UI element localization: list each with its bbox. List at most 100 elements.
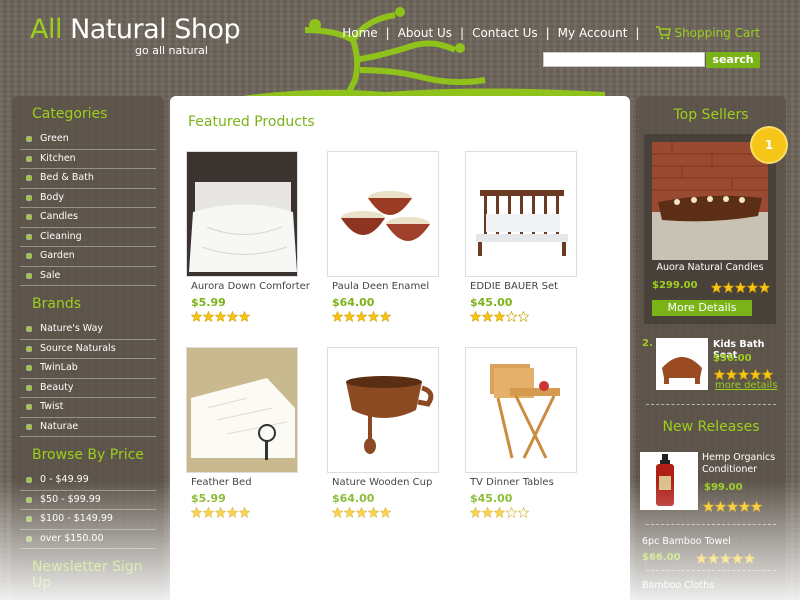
shopping-cart-link[interactable]: Shopping Cart [655,26,760,40]
category-item[interactable]: Candles [20,208,156,228]
product-image-eddie-bauer[interactable] [465,151,577,277]
search-button[interactable]: search [706,52,760,68]
star-icon [762,369,773,380]
brand-item[interactable]: TwinLab [20,359,156,379]
nav-separator: | [545,26,550,40]
star-icon [191,311,202,322]
top-navigation: Home | About Us | Contact Us | My Accoun… [342,26,760,40]
star-icon [344,507,355,518]
category-item[interactable]: Garden [20,247,156,267]
product-name[interactable]: EDDIE BAUER Set [465,281,585,292]
tagline: go all natural [135,44,208,57]
right-sidebar: Top Sellers 1 Auora Natural Candles $299… [636,96,786,600]
nav-separator: | [385,26,390,40]
new-release-name-line2[interactable]: Conditioner [702,464,757,475]
nav-about[interactable]: About Us [398,26,452,40]
kids-bath-seat-image[interactable] [656,338,708,390]
product-image-wooden-cup[interactable] [327,347,439,473]
star-icon [759,282,770,293]
product-card[interactable]: Aurora Down Comforter $5.99 [186,151,310,322]
category-item[interactable]: Cleaning [20,228,156,247]
brands-list: Nature's Way Source Naturals TwinLab Bea… [20,320,156,437]
brand-item[interactable]: Naturae [20,418,156,437]
product-price: $5.99 [191,492,226,505]
brands-heading: Brands [32,296,81,312]
product-name[interactable]: Aurora Down Comforter [186,281,310,292]
star-icon [506,311,517,322]
brand-item[interactable]: Twist [20,398,156,418]
star-icon [227,507,238,518]
product-card[interactable]: Nature Wooden Cup $64.00 [327,347,447,518]
brand-item[interactable]: Beauty [20,379,156,398]
rating-stars [698,501,763,512]
product-price: $45.00 [470,492,513,505]
product-card[interactable]: Feather Bed $5.99 [186,347,306,518]
star-icon [715,501,726,512]
price-range-item[interactable]: 0 - $49.99 [20,471,156,491]
star-icon [368,311,379,322]
nav-contact[interactable]: Contact Us [472,26,538,40]
price-range-item[interactable]: $100 - $149.99 [20,510,156,530]
divider [646,570,776,571]
product-card[interactable]: EDDIE BAUER Set $45.00 [465,151,585,322]
more-details-button[interactable]: More Details [652,300,752,316]
product-name[interactable]: Nature Wooden Cup [327,477,447,488]
rating-stars [691,553,756,564]
product-price: $45.00 [470,296,513,309]
category-item[interactable]: Bed & Bath [20,169,156,189]
star-icon [332,311,343,322]
new-release-name-line1[interactable]: Hemp Organics [702,452,775,463]
nav-separator: | [635,26,640,40]
star-icon [735,282,746,293]
category-item[interactable]: Green [20,130,156,150]
star-icon [482,311,493,322]
featured-products-panel: Featured Products Aurora Down Comforter … [170,96,630,600]
category-item[interactable]: Body [20,189,156,208]
search-input[interactable] [543,52,705,67]
star-icon [732,553,743,564]
star-icon [751,501,762,512]
top-seller-image-candles[interactable] [652,142,768,260]
product-name[interactable]: Feather Bed [186,477,306,488]
product-name[interactable]: Paula Deen Enamel [327,281,447,292]
top-seller-price: $56.00 [713,353,752,364]
category-item[interactable]: Kitchen [20,150,156,169]
left-sidebar: Categories Green Kitchen Bed & Bath Body… [12,96,164,600]
star-icon [482,507,493,518]
nav-separator: | [460,26,465,40]
product-price: $5.99 [191,296,226,309]
product-price: $64.00 [332,492,375,505]
price-range-item[interactable]: over $150.00 [20,530,156,549]
star-icon [191,507,202,518]
price-range-item[interactable]: $50 - $99.99 [20,491,156,510]
newsletter-heading: Newsletter Sign Up [32,559,143,591]
brand-item[interactable]: Source Naturals [20,340,156,359]
star-icon [356,311,367,322]
product-image-feather-bed[interactable] [186,347,298,473]
new-release-name[interactable]: 6pc Bamboo Towel [642,536,731,547]
star-icon [744,553,755,564]
nav-home[interactable]: Home [342,26,377,40]
product-name[interactable]: TV Dinner Tables [465,477,585,488]
nav-account[interactable]: My Account [558,26,628,40]
product-image-comforter[interactable] [186,151,298,277]
product-card[interactable]: TV Dinner Tables $45.00 [465,347,585,518]
star-icon [506,507,517,518]
conditioner-image[interactable] [640,452,698,510]
product-image-enamel[interactable] [327,151,439,277]
product-image-tv-tables[interactable] [465,347,577,473]
brand-item[interactable]: Nature's Way [20,320,156,340]
top-seller-card: 1 Auora Natural Candles $299.00 [644,128,786,324]
star-icon [714,369,725,380]
product-card[interactable]: Paula Deen Enamel $64.00 [327,151,447,322]
new-release-name[interactable]: Bamboo Cloths [642,580,714,591]
site-logo[interactable]: All Natural Shop go all natural [30,14,241,57]
more-details-link[interactable]: more details [715,380,777,391]
rating-stars [186,311,306,322]
star-icon [215,507,226,518]
category-item[interactable]: Sale [20,267,156,286]
star-icon [470,507,481,518]
rank-badge: 1 [752,128,786,162]
top-seller-name[interactable]: Auora Natural Candles [644,262,776,273]
star-icon [750,369,761,380]
